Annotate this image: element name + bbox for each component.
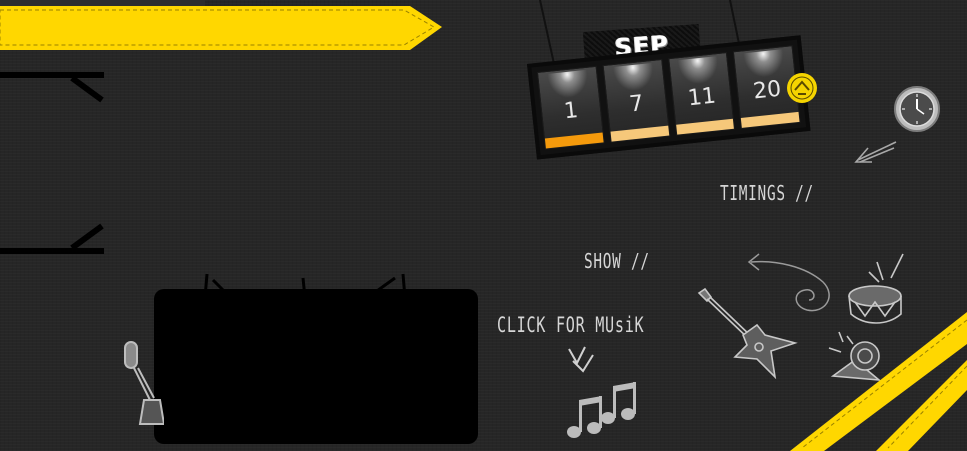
calendar-date-card[interactable]: 11	[667, 52, 736, 136]
calendar-date-number: 1	[562, 97, 580, 124]
calendar-date-number: 20	[751, 76, 783, 104]
microphone-icon	[124, 341, 164, 425]
spotlight	[612, 62, 655, 93]
left-bracket-frame	[0, 72, 104, 254]
spotlight	[677, 56, 721, 87]
date-accent-bar	[675, 118, 735, 135]
top-yellow-arrow	[0, 0, 442, 50]
date-accent-bar	[741, 111, 800, 128]
music-notes-icon[interactable]	[566, 382, 644, 440]
clock-icon	[894, 86, 940, 132]
badge-seal-icon	[787, 73, 817, 103]
calendar-date-card[interactable]: 7	[602, 58, 670, 143]
music-link[interactable]: CLICK FOR MUsiK	[497, 313, 644, 337]
spotlight	[547, 69, 590, 100]
sketch-arrow-icon	[854, 141, 897, 163]
spotlight	[743, 49, 786, 80]
date-accent-bar	[610, 125, 669, 142]
yellow-corner-stripes	[790, 312, 967, 451]
show-link[interactable]: SHOW //	[584, 249, 650, 273]
video-player-box[interactable]	[154, 289, 478, 444]
calendar-date-card[interactable]: 1	[536, 65, 605, 150]
timings-link[interactable]: TIMINGS //	[720, 181, 814, 205]
calendar-date-number: 7	[628, 90, 645, 117]
calendar-date-number: 11	[686, 83, 718, 111]
chevron-down-icon	[568, 346, 594, 373]
date-accent-bar	[544, 132, 604, 149]
